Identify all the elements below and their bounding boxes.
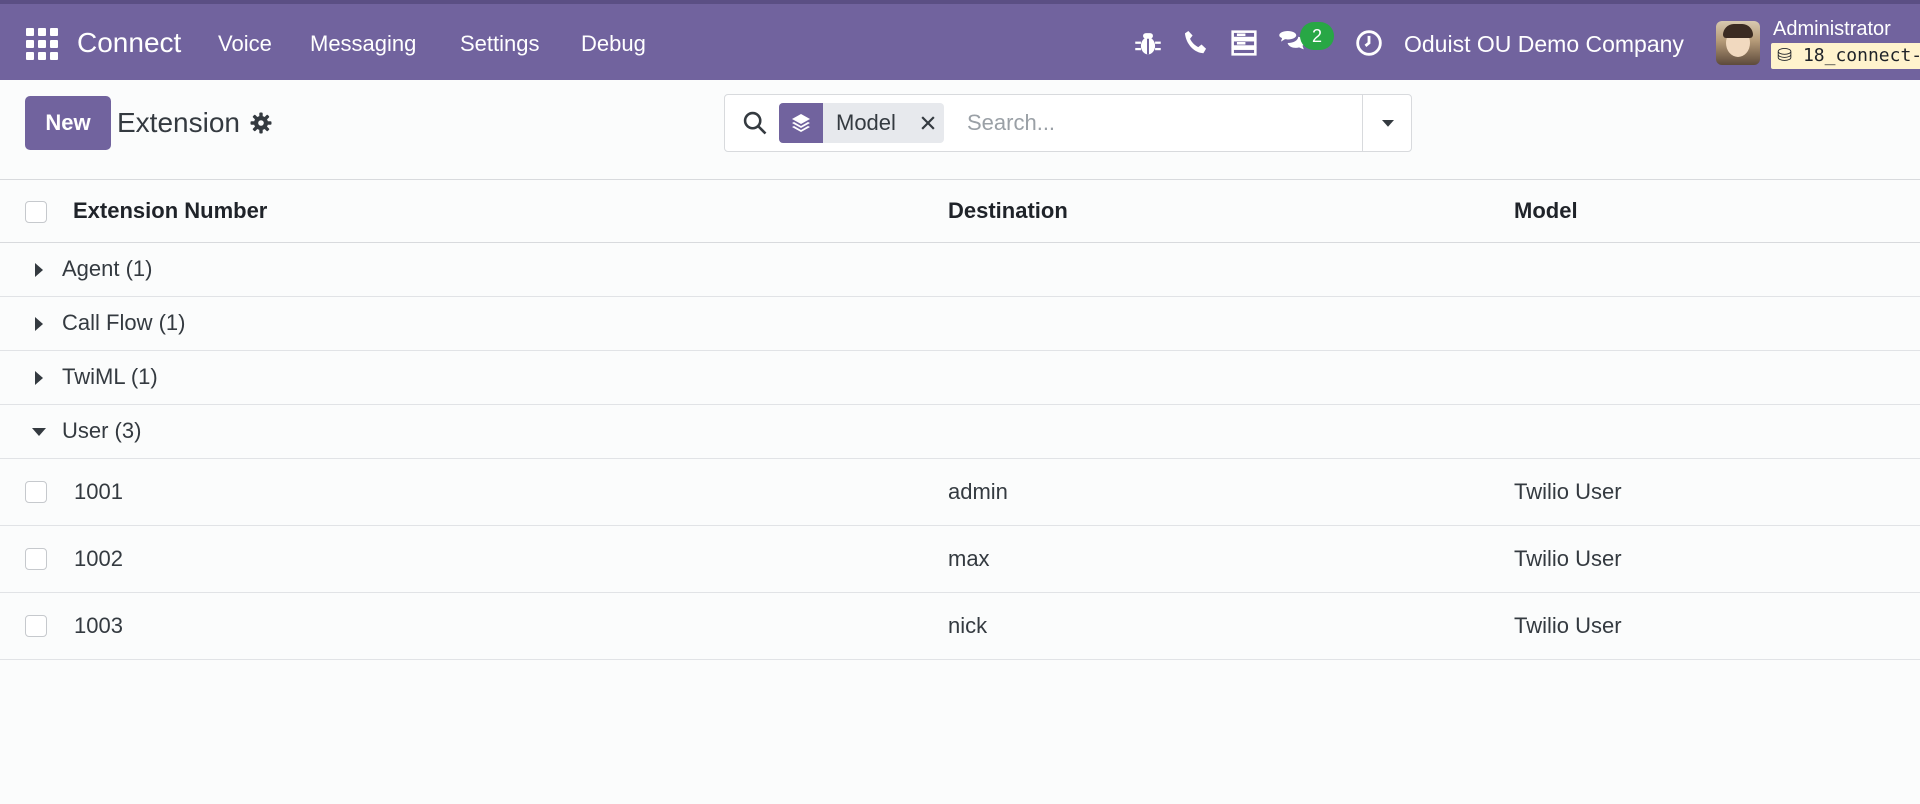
facet-label: Model [836, 110, 896, 135]
cell-extension-number: 1003 [74, 613, 123, 638]
caret-down-icon [32, 428, 46, 436]
group-row-user[interactable]: User (3) [0, 405, 1920, 459]
menu-item-voice[interactable]: Voice [218, 28, 272, 60]
app-grid-icon[interactable] [26, 28, 58, 60]
group-label: User (3) [62, 418, 142, 443]
caret-down-icon [1381, 120, 1394, 127]
column-extension-number[interactable]: Extension Number [73, 198, 267, 224]
search-icon[interactable] [741, 109, 769, 137]
user-avatar[interactable] [1716, 21, 1760, 65]
phone-icon[interactable] [1179, 26, 1213, 60]
column-destination[interactable]: Destination [948, 198, 1068, 224]
top-navbar: Connect Voice Messaging Settings Debug 2… [0, 0, 1920, 80]
cell-model: Twilio User [1514, 613, 1622, 638]
extension-list: Extension Number Destination Model Agent… [0, 179, 1920, 660]
menu-item-settings[interactable]: Settings [460, 28, 540, 60]
caret-right-icon [35, 371, 43, 385]
table-row[interactable]: 1002 max Twilio User [0, 526, 1920, 593]
page-title[interactable]: Extension [117, 104, 240, 142]
search-facet-model: Model [779, 103, 944, 143]
clock-icon[interactable] [1352, 26, 1386, 60]
caret-right-icon [35, 317, 43, 331]
group-row-agent[interactable]: Agent (1) [0, 243, 1920, 297]
row-checkbox[interactable] [25, 548, 47, 570]
new-button[interactable]: New [25, 96, 111, 150]
search-options-toggle[interactable] [1362, 94, 1412, 152]
cell-model: Twilio User [1514, 479, 1622, 504]
menu-item-messaging[interactable]: Messaging [310, 28, 416, 60]
close-icon[interactable] [912, 103, 944, 143]
table-row[interactable]: 1003 nick Twilio User [0, 593, 1920, 660]
gear-icon[interactable] [249, 111, 273, 135]
bug-icon[interactable] [1131, 26, 1165, 60]
cell-model: Twilio User [1514, 546, 1622, 571]
search-bar: Model [724, 94, 1412, 152]
app-name[interactable]: Connect [77, 24, 181, 62]
cell-extension-number: 1001 [74, 479, 123, 504]
table-row[interactable]: 1001 admin Twilio User [0, 459, 1920, 526]
group-label: Agent (1) [62, 256, 153, 281]
cell-destination: nick [948, 613, 988, 638]
group-label: Call Flow (1) [62, 310, 186, 335]
column-model[interactable]: Model [1514, 198, 1578, 224]
company-switcher[interactable]: Oduist OU Demo Company [1404, 28, 1684, 60]
row-checkbox[interactable] [25, 615, 47, 637]
server-list-icon[interactable] [1227, 26, 1261, 60]
group-row-call-flow[interactable]: Call Flow (1) [0, 297, 1920, 351]
search-input[interactable] [965, 105, 1365, 141]
layers-icon [779, 103, 823, 143]
database-name: 18_connect- [1802, 45, 1920, 66]
cell-destination: max [948, 546, 990, 571]
select-all-checkbox[interactable] [25, 201, 47, 223]
menu-item-debug[interactable]: Debug [581, 28, 646, 60]
table-header: Extension Number Destination Model [0, 179, 1920, 243]
messages-count-badge: 2 [1300, 22, 1334, 50]
cell-destination: admin [948, 479, 1008, 504]
user-name[interactable]: Administrator [1773, 17, 1891, 41]
caret-right-icon [35, 263, 43, 277]
group-label: TwiML (1) [62, 364, 158, 389]
row-checkbox[interactable] [25, 481, 47, 503]
database-tag: ⛁ 18_connect- [1771, 43, 1920, 69]
cell-extension-number: 1002 [74, 546, 123, 571]
group-row-twiml[interactable]: TwiML (1) [0, 351, 1920, 405]
database-icon: ⛁ [1777, 45, 1793, 66]
